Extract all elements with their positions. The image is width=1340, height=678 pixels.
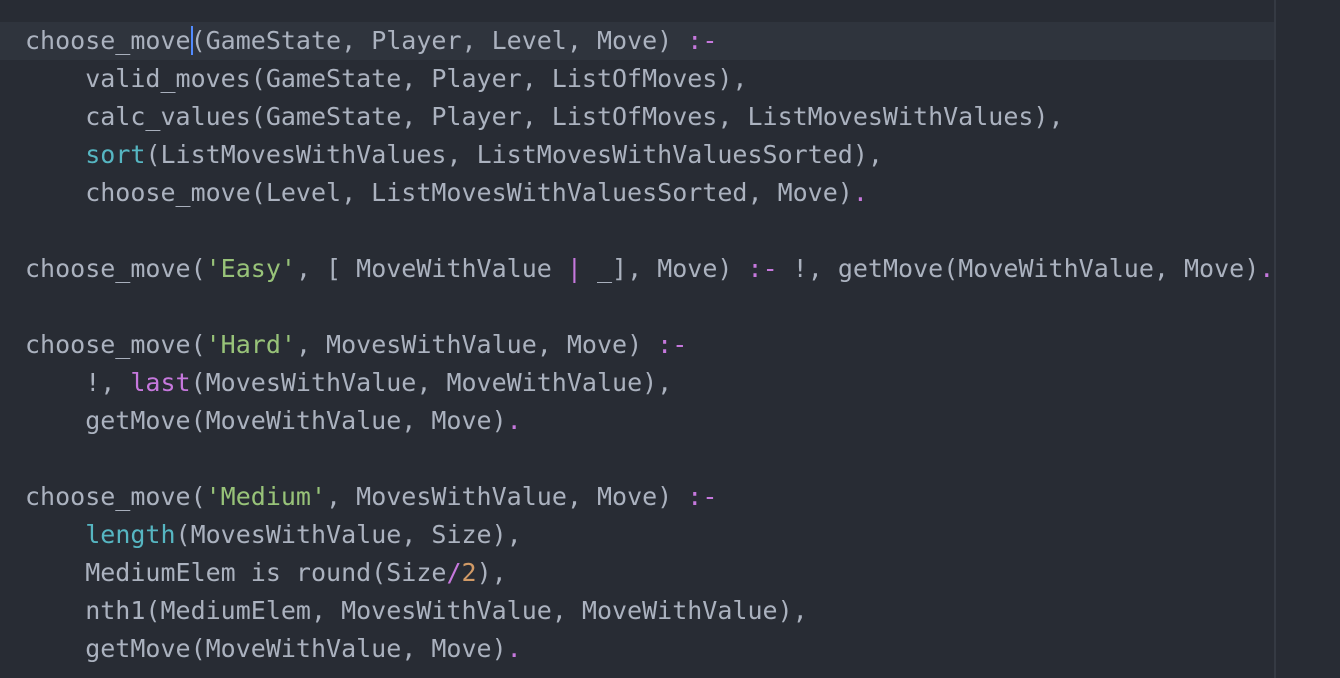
code-token: (GameState, Player, Level, Move) bbox=[190, 26, 688, 55]
code-token: choose_move(Level, ListMovesWithValuesSo… bbox=[25, 178, 853, 207]
code-token: _], Move) bbox=[581, 254, 748, 283]
code-token: (MovesWithValue, Size), bbox=[175, 520, 522, 549]
code-token: 'Medium' bbox=[205, 482, 327, 511]
code-line[interactable]: choose_move('Hard', MovesWithValue, Move… bbox=[25, 326, 687, 364]
code-token: . bbox=[506, 406, 522, 435]
code-token: choose_move( bbox=[25, 482, 206, 511]
code-token: :- bbox=[747, 254, 778, 283]
code-token: . bbox=[506, 634, 522, 663]
code-token: (MovesWithValue, MoveWithValue), bbox=[190, 368, 673, 397]
code-token: , MovesWithValue, Move) bbox=[326, 482, 688, 511]
code-token: calc_values(GameState, Player, ListOfMov… bbox=[25, 102, 1064, 131]
code-line[interactable]: valid_moves(GameState, Player, ListOfMov… bbox=[25, 60, 747, 98]
code-token: getMove(MoveWithValue, Move) bbox=[25, 634, 507, 663]
code-token: . bbox=[852, 178, 868, 207]
code-line[interactable]: choose_move('Medium', MovesWithValue, Mo… bbox=[25, 478, 717, 516]
code-token: | bbox=[566, 254, 582, 283]
code-line[interactable]: length(MovesWithValue, Size), bbox=[25, 516, 522, 554]
code-token: :- bbox=[657, 330, 688, 359]
code-line[interactable]: choose_move(GameState, Player, Level, Mo… bbox=[0, 22, 1274, 60]
code-token: (ListMovesWithValues, ListMovesWithValue… bbox=[145, 140, 883, 169]
code-line[interactable]: sort(ListMovesWithValues, ListMovesWithV… bbox=[25, 136, 883, 174]
code-line[interactable]: MediumElem is round(Size/2), bbox=[25, 554, 507, 592]
code-line[interactable]: !, last(MovesWithValue, MoveWithValue), bbox=[25, 364, 672, 402]
code-token: , [ MoveWithValue bbox=[295, 254, 567, 283]
code-token: :- bbox=[687, 482, 718, 511]
code-line[interactable]: getMove(MoveWithValue, Move). bbox=[25, 402, 522, 440]
code-token: nth1(MediumElem, MovesWithValue, MoveWit… bbox=[25, 596, 808, 625]
code-token: MediumElem is round(Size bbox=[25, 558, 447, 587]
code-token: sort bbox=[85, 140, 146, 169]
code-token: choose_move bbox=[25, 26, 191, 55]
code-token: choose_move( bbox=[25, 254, 206, 283]
code-token: valid_moves(GameState, Player, ListOfMov… bbox=[25, 64, 748, 93]
code-token: / bbox=[446, 558, 462, 587]
code-token: !, bbox=[25, 368, 131, 397]
code-line[interactable]: calc_values(GameState, Player, ListOfMov… bbox=[25, 98, 1064, 136]
wrap-guide bbox=[1274, 0, 1276, 678]
code-token: 'Easy' bbox=[205, 254, 296, 283]
code-token: :- bbox=[687, 26, 718, 55]
code-token: !, getMove(MoveWithValue, Move) bbox=[777, 254, 1260, 283]
code-token: getMove(MoveWithValue, Move) bbox=[25, 406, 507, 435]
code-token: , MovesWithValue, Move) bbox=[295, 330, 658, 359]
code-token: ), bbox=[476, 558, 507, 587]
code-token: . bbox=[1259, 254, 1275, 283]
code-line[interactable]: nth1(MediumElem, MovesWithValue, MoveWit… bbox=[25, 592, 808, 630]
code-token: 2 bbox=[461, 558, 477, 587]
code-line[interactable]: choose_move(Level, ListMovesWithValuesSo… bbox=[25, 174, 868, 212]
code-token: choose_move( bbox=[25, 330, 206, 359]
code-token: 'Hard' bbox=[205, 330, 296, 359]
code-line[interactable]: getMove(MoveWithValue, Move). bbox=[25, 630, 522, 668]
code-line[interactable]: choose_move('Easy', [ MoveWithValue | _]… bbox=[25, 250, 1274, 288]
code-token: length bbox=[85, 520, 176, 549]
code-token: last bbox=[130, 368, 191, 397]
code-editor[interactable]: choose_move(GameState, Player, Level, Mo… bbox=[0, 0, 1340, 678]
